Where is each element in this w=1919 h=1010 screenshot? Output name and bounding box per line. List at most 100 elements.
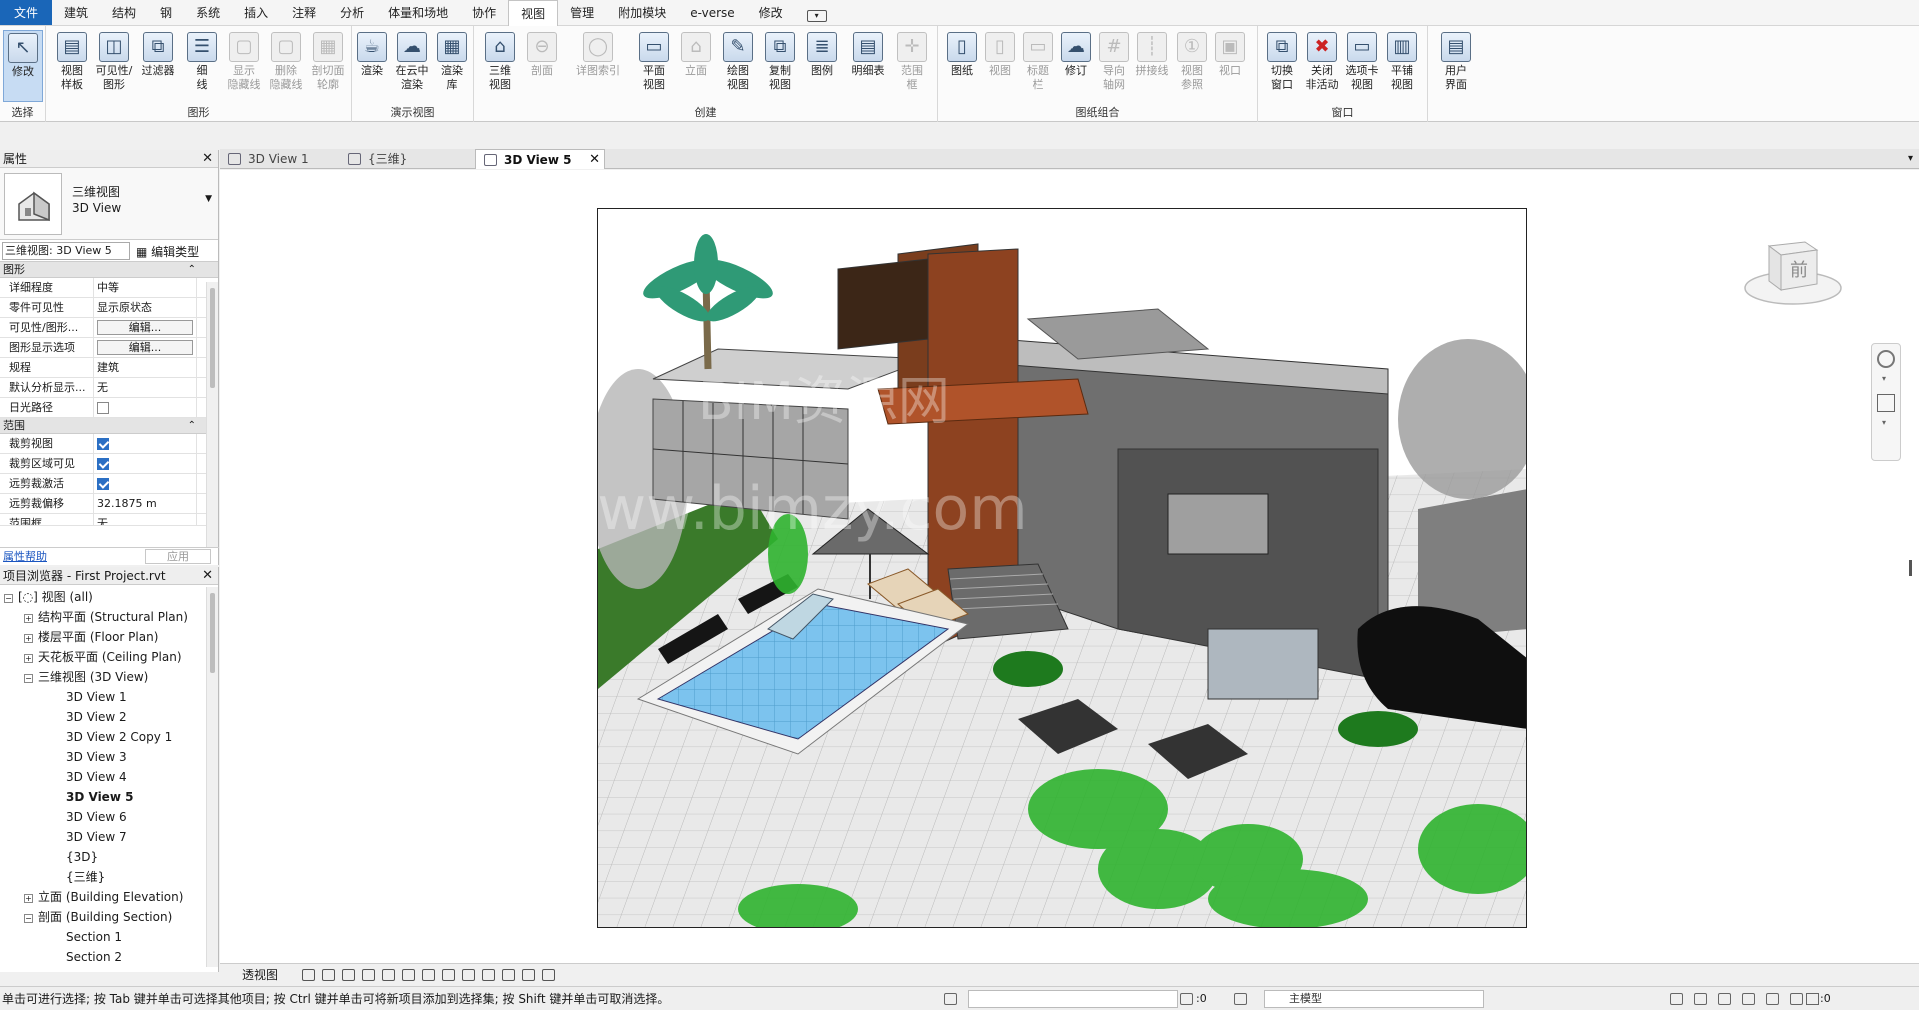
view-reference-button[interactable]: ① 视图 参照 xyxy=(1172,30,1212,102)
tree-item-3d-view-3[interactable]: 3D View 3 xyxy=(66,747,127,767)
viewcube-front-face[interactable]: 前 xyxy=(1790,260,1808,281)
sun-path-icon[interactable] xyxy=(342,969,355,981)
drawing-canvas[interactable]: BIM资源网 www.bimzy.com 前 ▾ ▾ xyxy=(220,170,1919,963)
tree-item-3d-view-1[interactable]: 3D View 1 xyxy=(66,687,127,707)
far-clip-checkbox[interactable] xyxy=(97,478,109,490)
shadows-icon[interactable] xyxy=(362,969,375,981)
tree-item-3d-view-6[interactable]: 3D View 6 xyxy=(66,807,127,827)
filters-button[interactable]: ⧉ 过滤器 xyxy=(138,30,178,102)
drafting-view-button[interactable]: ✎ 绘图 视图 xyxy=(718,30,758,102)
zoom-dropdown-icon[interactable]: ▾ xyxy=(1882,418,1886,427)
ribbon-display-toggle[interactable]: ▾ xyxy=(795,0,839,25)
visual-style-icon[interactable] xyxy=(322,969,335,981)
steering-wheel-dropdown-icon[interactable]: ▾ xyxy=(1882,374,1886,383)
tree-item-3d-view-7[interactable]: 3D View 7 xyxy=(66,827,127,847)
scope-box-button[interactable]: ✛ 范围框 xyxy=(892,30,932,102)
render-gallery-button[interactable]: ▦ 渲染库 xyxy=(432,30,472,102)
menu-collaborate[interactable]: 协作 xyxy=(460,0,508,25)
schedules-button[interactable]: ▤ 明细表 xyxy=(848,30,888,102)
menu-insert[interactable]: 插入 xyxy=(232,0,280,25)
crop-view-checkbox[interactable] xyxy=(97,438,109,450)
show-hidden-lines-button[interactable]: ▢ 显示 隐藏线 xyxy=(224,30,264,102)
temporary-hide-icon[interactable] xyxy=(462,969,475,981)
callout-button[interactable]: ◯ 详图索引 xyxy=(572,30,624,102)
revisions-button[interactable]: ☁ 修订 xyxy=(1056,30,1096,102)
filter-icon[interactable] xyxy=(1806,993,1819,1005)
viewports-button[interactable]: ▣ 视口 xyxy=(1210,30,1250,102)
menu-annotate[interactable]: 注释 xyxy=(280,0,328,25)
menu-modify[interactable]: 修改 xyxy=(747,0,795,25)
doc-tab-3d-view-1[interactable]: 3D View 1 xyxy=(220,149,340,169)
edit-type-button[interactable]: ▦ 编辑类型 xyxy=(136,243,199,260)
type-selector[interactable]: 三维视图 3D View ▼ xyxy=(0,168,218,240)
user-interface-button[interactable]: ▤ 用户 界面 xyxy=(1436,30,1476,102)
select-by-face-icon[interactable] xyxy=(1742,993,1755,1005)
tree-node-3d-views[interactable]: − 三维视图 (3D View) xyxy=(24,667,148,687)
expand-toggle-icon[interactable]: + xyxy=(24,634,33,643)
modify-button[interactable]: ↖ 修改 xyxy=(3,30,43,102)
tree-node-floor-plan[interactable]: + 楼层平面 (Floor Plan) xyxy=(24,627,158,647)
tree-node-structural-plan[interactable]: + 结构平面 (Structural Plan) xyxy=(24,607,188,627)
menu-steel[interactable]: 钢 xyxy=(148,0,184,25)
tree-item-default-3d-cn[interactable]: {三维} xyxy=(66,867,105,887)
splitter-handle-icon[interactable] xyxy=(1909,560,1912,576)
menu-analyze[interactable]: 分析 xyxy=(328,0,376,25)
tabs-dropdown-icon[interactable]: ▾ xyxy=(1908,149,1913,169)
remove-hidden-lines-button[interactable]: ▢ 删除 隐藏线 xyxy=(266,30,306,102)
menu-massing-site[interactable]: 体量和场地 xyxy=(376,0,460,25)
elevation-button[interactable]: ⌂ 立面 xyxy=(676,30,716,102)
menu-file[interactable]: 文件 xyxy=(0,0,53,25)
tree-item-3d-view-5[interactable]: 3D View 5 xyxy=(66,787,133,807)
analytical-model-icon[interactable] xyxy=(522,969,535,981)
expand-toggle-icon[interactable]: + xyxy=(24,894,33,903)
scrollbar-thumb[interactable] xyxy=(210,593,215,673)
section-button[interactable]: ⊖ 剖面 xyxy=(522,30,562,102)
close-tab-icon[interactable]: ✕ xyxy=(589,150,600,170)
tree-node-views[interactable]: − [◌] 视图 (all) xyxy=(4,587,93,607)
tree-item-3d-view-2[interactable]: 3D View 2 xyxy=(66,707,127,727)
sheet-button[interactable]: ▯ 图纸 xyxy=(942,30,982,102)
view-templates-button[interactable]: ▤ 视图 样板 xyxy=(52,30,92,102)
section-extents-header[interactable]: 范围 ⌃ xyxy=(0,418,218,434)
expand-toggle-icon[interactable]: + xyxy=(24,654,33,663)
expand-toggle-icon[interactable]: + xyxy=(24,614,33,623)
reveal-hidden-icon[interactable] xyxy=(482,969,495,981)
tab-views-button[interactable]: ▭ 选项卡 视图 xyxy=(1342,30,1382,102)
sun-path-checkbox[interactable] xyxy=(97,402,109,414)
menu-view[interactable]: 视图 xyxy=(508,0,559,27)
tree-node-sections[interactable]: − 剖面 (Building Section) xyxy=(24,907,172,927)
zoom-region-icon[interactable] xyxy=(1877,394,1895,412)
browser-scrollbar[interactable] xyxy=(206,587,218,967)
type-dropdown-icon[interactable]: ▼ xyxy=(205,194,212,204)
temporary-view-properties-icon[interactable] xyxy=(502,969,515,981)
view-mode-label[interactable]: 透视图 xyxy=(242,964,278,986)
legends-button[interactable]: ≣ 图例 xyxy=(802,30,842,102)
select-underlay-icon[interactable] xyxy=(1694,993,1707,1005)
tree-item-section-2[interactable]: Section 2 xyxy=(66,947,122,967)
collapse-toggle-icon[interactable]: − xyxy=(24,674,33,683)
detail-level-icon[interactable] xyxy=(302,969,315,981)
group-label-select[interactable]: 选择 xyxy=(0,104,45,120)
cut-profile-button[interactable]: ▦ 剖切面 轮廓 xyxy=(308,30,348,102)
steering-wheel-icon[interactable] xyxy=(1877,350,1895,368)
menu-architecture[interactable]: 建筑 xyxy=(52,0,100,25)
tree-node-ceiling-plan[interactable]: + 天花板平面 (Ceiling Plan) xyxy=(24,647,182,667)
crop-region-visible-icon[interactable] xyxy=(422,969,435,981)
background-process-icon[interactable] xyxy=(1790,993,1803,1005)
render-in-cloud-button[interactable]: ☁ 在云中 渲染 xyxy=(392,30,432,102)
render-button[interactable]: ☕ 渲染 xyxy=(352,30,392,102)
crop-visible-checkbox[interactable] xyxy=(97,458,109,470)
3d-view-button[interactable]: ⌂ 三维 视图 xyxy=(480,30,520,102)
render-dialog-icon[interactable] xyxy=(382,969,395,981)
filter-selection-icon[interactable] xyxy=(1180,993,1193,1005)
menu-manage[interactable]: 管理 xyxy=(558,0,606,25)
properties-scrollbar[interactable] xyxy=(206,282,218,547)
collapse-toggle-icon[interactable]: − xyxy=(24,914,33,923)
view-instance-select[interactable]: 三维视图: 3D View 5 xyxy=(2,242,130,260)
select-links-icon[interactable] xyxy=(1670,993,1683,1005)
menu-addins[interactable]: 附加模块 xyxy=(606,0,678,25)
select-pinned-icon[interactable] xyxy=(1718,993,1731,1005)
viewcube[interactable]: 前 xyxy=(1743,228,1843,312)
menu-everse[interactable]: e-verse xyxy=(678,0,746,25)
tree-item-3d-view-4[interactable]: 3D View 4 xyxy=(66,767,127,787)
